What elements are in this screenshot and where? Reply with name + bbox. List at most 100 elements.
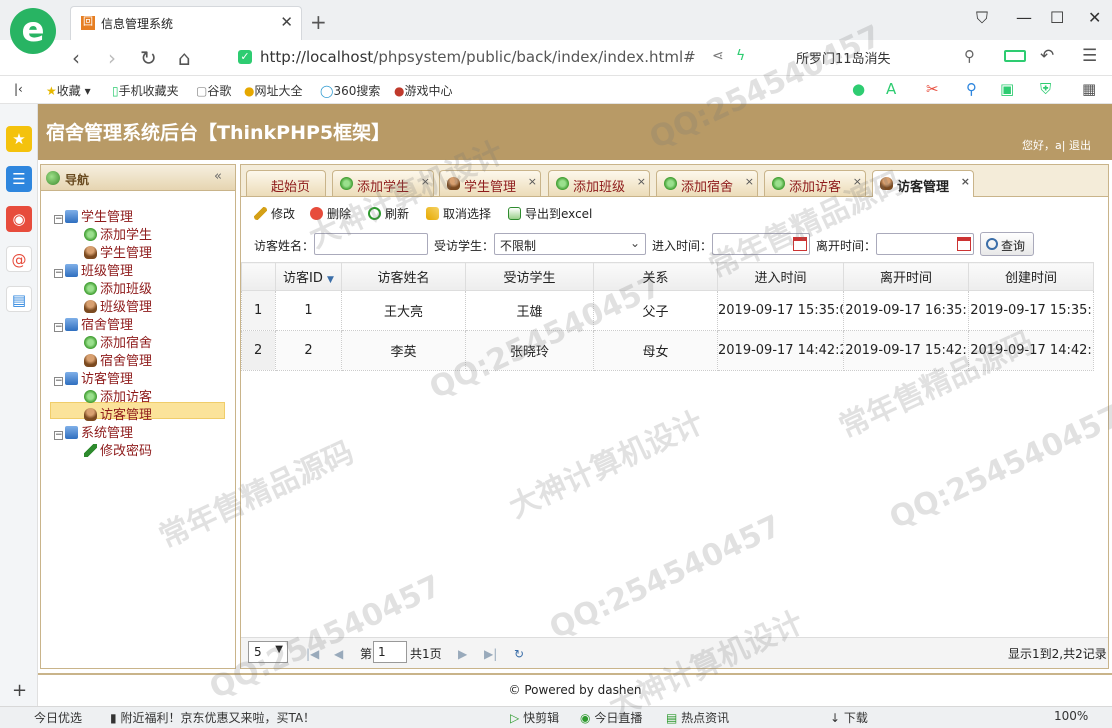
sidebar-toggle-icon[interactable]: |‹ [14,82,23,96]
close-window-icon[interactable]: ✕ [1088,8,1101,27]
column-header-enter-time[interactable]: 进入时间 [717,262,844,291]
tree-item-change-password[interactable]: 修改密码 [84,440,152,459]
logout-link[interactable]: 退出 [1069,139,1091,152]
next-page-icon[interactable]: ▶ [458,647,467,661]
list-dock-icon[interactable]: ☰ [6,166,32,192]
close-tab-icon[interactable]: × [961,175,970,188]
collapse-box-icon[interactable]: − [54,269,63,278]
browser-tab[interactable]: 回 信息管理系统 ✕ [70,6,302,40]
query-button[interactable]: 查询 [980,232,1034,256]
table-row[interactable]: 2 2 李英 张晓玲 母女 2019-09-17 14:42:2 2019-09… [241,330,1094,371]
bookmark-games[interactable]: ●游戏中心 [394,82,453,99]
apps-icon[interactable]: ▦ [1082,80,1096,98]
refresh-button[interactable]: 刷新 [368,205,409,222]
tree-item-add-class[interactable]: 添加班级 [84,278,152,297]
forward-icon[interactable]: › [108,46,116,70]
visitor-name-input[interactable] [314,233,428,255]
cancel-select-button[interactable]: 取消选择 [426,205,491,222]
menu-icon[interactable]: ☰ [1082,46,1097,66]
close-tab-icon[interactable]: × [421,175,430,188]
share-icon[interactable]: ⋖ [712,48,724,64]
column-header-leave-time[interactable]: 离开时间 [843,262,969,291]
close-tab-icon[interactable]: ✕ [280,13,293,31]
browser-logo-icon[interactable]: e [10,8,56,54]
status-promo-link[interactable]: ▮ 附近福利！京东优惠又来啦，买TA！ [110,709,315,726]
search-icon[interactable]: ⚲ [964,47,975,65]
battery-icon[interactable] [1004,50,1026,62]
tab-add-visitor[interactable]: 添加访客 × [764,170,866,196]
close-tab-icon[interactable]: × [528,175,537,188]
calendar-icon[interactable] [793,237,807,251]
column-header-created-time[interactable]: 创建时间 [968,262,1094,291]
mail-dock-icon[interactable]: @ [6,246,32,272]
chat-icon[interactable]: ● [852,80,865,98]
column-header-visitor-name[interactable]: 访客姓名 [341,262,466,291]
tree-group-visitors[interactable]: − 访客管理 [54,368,133,387]
first-page-icon[interactable]: |◀ [306,647,319,661]
page-number-input[interactable]: 1 [373,641,407,663]
home-icon[interactable]: ⌂ [178,46,191,70]
close-tab-icon[interactable]: × [637,175,646,188]
tree-item-dorm-manage[interactable]: 宿舍管理 [84,350,152,369]
maximize-icon[interactable]: ☐ [1050,8,1064,27]
back-icon[interactable]: ‹ [72,46,80,70]
magnifier-icon[interactable]: ⚲ [966,80,977,98]
status-quick-edit[interactable]: ▷ 快剪辑 [510,709,559,726]
page-size-select[interactable]: 5 ▼ [248,641,288,663]
shield-icon[interactable]: ⛨ [1040,80,1051,98]
undo-icon[interactable]: ↶ [1040,46,1054,66]
lightning-icon[interactable]: ϟ [736,48,745,64]
tab-visitor-manage[interactable]: 访客管理 × [872,170,974,197]
leave-time-input[interactable] [876,233,974,255]
tab-add-dorm[interactable]: 添加宿舍 × [656,170,758,196]
bookmark-google[interactable]: ▢谷歌 [196,82,231,99]
tree-group-dorms[interactable]: − 宿舍管理 [54,314,133,333]
close-tab-icon[interactable]: × [745,175,754,188]
minimize-icon[interactable]: — [1016,8,1032,27]
weibo-dock-icon[interactable]: ◉ [6,206,32,232]
collapse-box-icon[interactable]: − [54,377,63,386]
last-page-icon[interactable]: ▶| [484,647,497,661]
add-dock-icon[interactable]: + [12,680,27,701]
collapse-sidebar-icon[interactable]: « [214,169,222,184]
status-download[interactable]: ↓ 下载 [830,709,868,726]
gamepad-icon[interactable]: ▣ [1000,80,1014,98]
tree-item-add-dorm[interactable]: 添加宿舍 [84,332,152,351]
prev-page-icon[interactable]: ◀ [334,647,343,661]
reload-icon[interactable]: ↻ [140,46,157,70]
reload-page-icon[interactable]: ↻ [514,647,524,661]
tab-start-page[interactable]: 起始页 [246,170,326,196]
bookmark-360[interactable]: ◯360搜索 [320,82,380,99]
column-header-visitor-id[interactable]: 访客ID ▼ [275,262,342,291]
delete-button[interactable]: 删除 [310,205,351,222]
collapse-box-icon[interactable]: − [54,215,63,224]
column-header-relation[interactable]: 关系 [593,262,718,291]
tree-item-visitor-manage[interactable]: 访客管理 [84,404,152,423]
status-zoom[interactable]: 100% [1054,709,1088,723]
student-select[interactable]: 不限制 ⌄ [494,233,646,255]
export-excel-button[interactable]: 导出到excel [508,205,592,222]
edit-button[interactable]: 修改 [254,205,295,222]
close-tab-icon[interactable]: × [853,175,862,188]
status-hot-news[interactable]: ▤ 热点资讯 [666,709,729,726]
scissors-icon[interactable]: ✂ [926,80,939,98]
tree-item-class-manage[interactable]: 班级管理 [84,296,152,315]
bookmark-favorites[interactable]: ★收藏 ▾ [46,82,91,99]
column-header-student[interactable]: 受访学生 [465,262,594,291]
search-suggestion[interactable]: 所罗门11岛消失 [796,48,891,67]
tree-item-add-visitor[interactable]: 添加访客 [84,386,152,405]
tab-add-class[interactable]: 添加班级 × [548,170,650,196]
calendar-icon[interactable] [957,237,971,251]
skin-icon[interactable]: ⛉ [976,8,988,28]
tree-item-add-student[interactable]: 添加学生 [84,224,152,243]
table-row[interactable]: 1 1 王大亮 王雄 父子 2019-09-17 15:35:0 2019-09… [241,290,1094,331]
status-live[interactable]: ◉ 今日直播 [580,709,642,726]
tree-item-student-manage[interactable]: 学生管理 [84,242,152,261]
new-tab-icon[interactable]: + [310,10,327,34]
collapse-box-icon[interactable]: − [54,431,63,440]
tab-student-manage[interactable]: 学生管理 × [439,170,541,196]
tree-group-students[interactable]: − 学生管理 [54,206,133,225]
address-bar[interactable]: ✓ http://localhost/phpsystem/public/back… [232,45,762,69]
tree-group-classes[interactable]: − 班级管理 [54,260,133,279]
collapse-box-icon[interactable]: − [54,323,63,332]
